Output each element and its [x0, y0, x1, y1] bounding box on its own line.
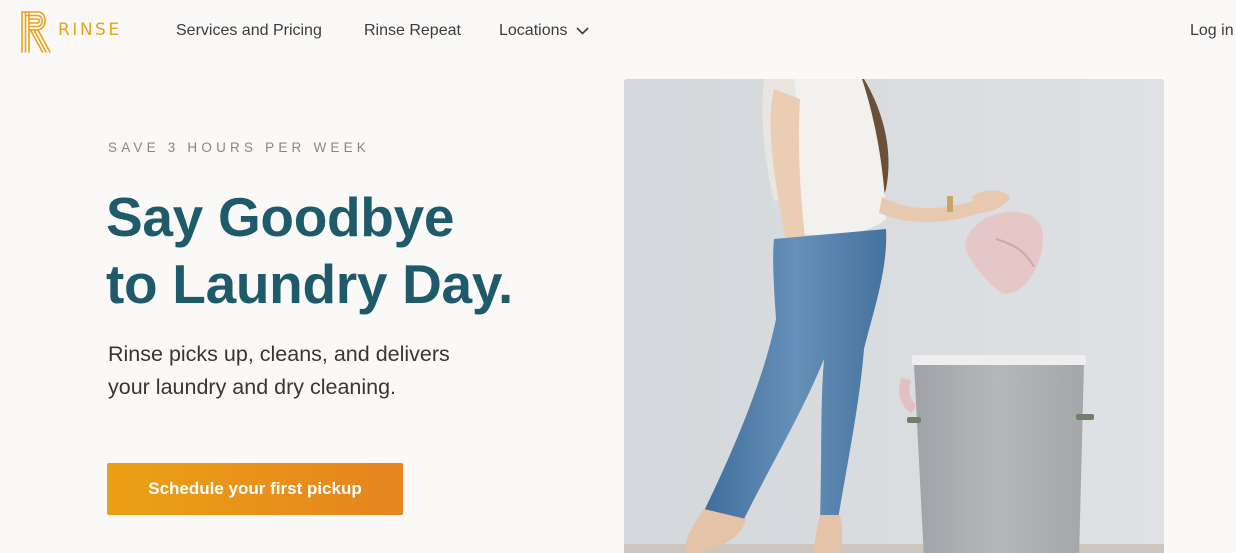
hero-photo [624, 79, 1164, 553]
hero-headline: Say Goodbye to Laundry Day. [106, 184, 606, 318]
top-nav: RINSE Services and Pricing Rinse Repeat … [0, 0, 1236, 64]
subhead-line-1: Rinse picks up, cleans, and delivers [108, 342, 450, 366]
woman-with-laundry-hamper-photo [624, 79, 1164, 553]
nav-services-and-pricing[interactable]: Services and Pricing [176, 21, 322, 41]
rinse-logo[interactable]: RINSE [18, 8, 122, 56]
subhead-line-2: your laundry and dry cleaning. [108, 375, 397, 399]
headline-line-1: Say Goodbye [106, 186, 455, 248]
nav-locations-label: Locations [499, 22, 568, 39]
headline-line-2: to Laundry Day. [106, 253, 514, 315]
chevron-down-icon [575, 27, 589, 35]
rinse-logo-icon [21, 11, 51, 53]
hero-subhead: Rinse picks up, cleans, and delivers you… [108, 338, 548, 404]
nav-rinse-repeat[interactable]: Rinse Repeat [364, 21, 461, 41]
brand-name: RINSE [58, 20, 122, 40]
hero-eyebrow: SAVE 3 HOURS PER WEEK [108, 140, 370, 155]
login-link[interactable]: Log in [1190, 21, 1234, 41]
schedule-pickup-button[interactable]: Schedule your first pickup [107, 463, 403, 515]
nav-locations-dropdown[interactable]: Locations [499, 21, 589, 41]
